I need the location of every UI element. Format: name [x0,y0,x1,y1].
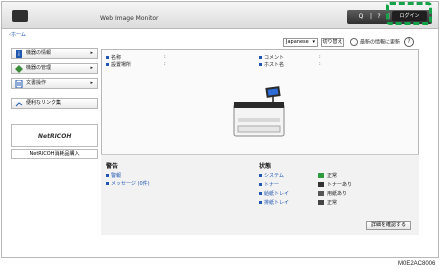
useful-links-label: 便利なリンク集 [26,100,62,106]
host-label: ホスト名 [264,62,285,68]
status-value-label: 用紙あり [327,191,348,197]
message-item-label: メッセージ (0件) [111,181,150,187]
netricoh-banner[interactable]: NetRICOH [11,124,98,147]
bullet-icon [259,174,262,177]
status-value: 正常 [318,172,337,179]
refresh-label: 最新の情報に更新 [360,39,401,46]
bullet-icon [106,174,109,177]
status-label: 給紙トレイ [264,191,290,197]
sidebar-item-device-info[interactable]: i 機器の情報 ▸ [11,48,98,59]
colon: : [319,54,321,60]
bullet-icon [259,201,262,204]
status-value-label: トナーあり [327,182,353,188]
alert-item[interactable]: 警報 [106,172,121,179]
status-row[interactable]: 排紙トレイ [259,199,289,206]
colon: : [319,61,321,67]
language-value: Japanese [286,39,309,45]
device-manage-icon [15,65,23,73]
paper-icon [318,191,324,196]
status-row[interactable]: トナー [259,181,279,188]
login-button[interactable]: ログイン [392,11,427,21]
help-button[interactable]: ? [404,37,414,47]
output-tray-icon [318,200,324,205]
switch-button[interactable]: 切り替え [321,38,344,47]
bullet-icon [259,63,262,66]
status-value-label: 正常 [327,200,338,206]
link-icon [15,102,23,107]
app-title: Web Image Monitor [100,15,159,22]
ricoh-logo [12,10,28,22]
printer-image [233,86,285,137]
name-field: 名称: [106,54,166,61]
refresh-button[interactable]: 最新の情報に更新 [350,38,400,48]
info-icon: i [16,50,22,58]
sidebar-item-label: 機器の情報 [26,50,52,56]
status-value: 正常 [318,199,337,206]
sidebar: i 機器の情報 ▸ 機器の管理 ▸ 文書操作 ▸ 便利なリンク集 NetRICO… [11,48,98,173]
status-row[interactable]: 給紙トレイ [259,190,289,197]
alert-item-label: 警報 [111,173,122,179]
colon: : [164,61,166,67]
status-label: 排紙トレイ [264,200,290,206]
chevron-down-icon: ▾ [312,39,315,45]
location-field: 設置場所: [106,61,166,68]
document-icon [15,80,23,88]
status-label: システム [264,173,284,179]
check-details-button[interactable]: 詳細を確認する [366,221,411,230]
colon: : [164,54,166,60]
bullet-icon [106,56,109,59]
netricoh-logo-text: NetRICOH [38,133,72,140]
status-row[interactable]: システム [259,172,284,179]
figure-code: M0E2AC8006 [398,261,436,267]
status-title: 状態 [259,163,272,170]
alerts-title: 警告 [106,163,119,170]
bullet-icon [259,183,262,186]
location-label: 設置場所 [111,62,132,68]
language-select[interactable]: Japanese ▾ [283,38,318,47]
useful-links-button[interactable]: 便利なリンク集 [11,98,98,109]
status-label: トナー [264,182,280,188]
sidebar-item-label: 文書操作 [26,80,47,86]
bullet-icon [259,56,262,59]
refresh-icon [350,38,358,46]
status-value: 用紙あり [318,190,347,197]
chevron-right-icon: ▸ [90,50,93,56]
chevron-right-icon: ▸ [90,80,93,86]
sidebar-item-document[interactable]: 文書操作 ▸ [11,78,98,89]
chevron-right-icon: ▸ [90,65,93,71]
bullet-icon [106,63,109,66]
toner-icon [318,182,324,187]
bullet-icon [106,182,109,185]
sidebar-item-label: 機器の管理 [26,65,52,71]
header-bar: Web Image Monitor Q | ? | i [2,2,438,29]
message-item[interactable]: メッセージ (0件) [106,180,150,187]
netricoh-purchase-button[interactable]: NetRICOH消耗品購入 [11,149,98,159]
sidebar-item-device-manage[interactable]: 機器の管理 ▸ [11,63,98,74]
status-value: トナーあり [318,181,352,188]
bullet-icon [259,192,262,195]
host-field: ホスト名: [259,61,321,68]
breadcrumb[interactable]: ‹ホーム [9,31,26,38]
ok-icon [318,173,324,178]
comment-field: コメント: [259,54,321,61]
status-value-label: 正常 [327,173,338,179]
